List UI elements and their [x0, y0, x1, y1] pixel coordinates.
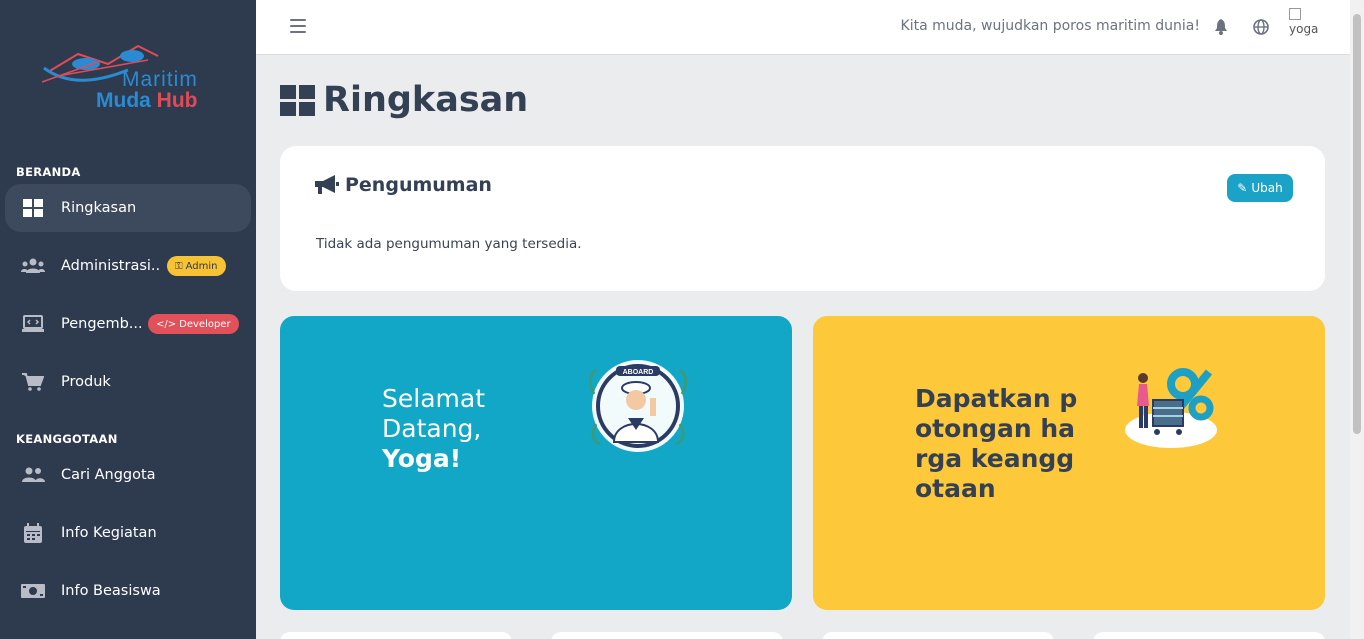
section-keanggotaan: KEANGGOTAAN — [16, 432, 118, 446]
svg-text:ABOARD: ABOARD — [623, 369, 654, 376]
megaphone-icon — [315, 175, 339, 194]
grid-icon — [21, 198, 45, 218]
stat-card — [1093, 632, 1325, 639]
menu-toggle-icon[interactable] — [290, 19, 306, 33]
laptop-code-icon — [21, 314, 45, 334]
sidebar-item-label: Info Beasiswa — [61, 583, 161, 599]
welcome-card: Selamat Datang, Yoga! ABOARD — [280, 316, 792, 610]
sidebar-item-cari-anggota[interactable]: Cari Anggota — [5, 451, 251, 499]
user-name: Yoga! — [382, 444, 462, 473]
logo-text-mudahub: Muda Hub — [96, 89, 198, 112]
promo-card[interactable]: Dapatkan potongan harga keanggotaan — [813, 316, 1325, 610]
code-icon: </> — [156, 318, 177, 330]
user-friends-icon — [21, 465, 45, 485]
logo[interactable]: Maritim Muda Hub — [38, 34, 218, 118]
grid-icon — [280, 84, 315, 116]
sidebar-item-label: Ringkasan — [61, 200, 137, 216]
stat-card — [822, 632, 1054, 639]
developer-badge: </> Developer — [148, 314, 239, 334]
sidebar-item-label: Administrasi... — [61, 258, 161, 274]
sidebar-item-info-beasiswa[interactable]: Info Beasiswa — [5, 567, 251, 615]
promo-message: Dapatkan potongan harga keanggotaan — [915, 384, 1078, 503]
sidebar-item-produk[interactable]: Produk — [5, 358, 251, 406]
announcement-title: Pengumuman — [345, 174, 492, 196]
avatar-alt-text: yoga — [1289, 22, 1319, 36]
discount-shopping-illustration-icon — [1125, 368, 1217, 448]
sidebar-item-ringkasan[interactable]: Ringkasan — [5, 184, 251, 232]
broken-image-icon — [1289, 8, 1301, 20]
money-icon — [21, 581, 45, 601]
announcement-header: Pengumuman — [315, 174, 492, 196]
stat-card — [551, 632, 783, 639]
edit-icon: ✎ — [1237, 181, 1248, 195]
page-header: Ringkasan — [280, 80, 528, 120]
users-icon — [21, 256, 45, 276]
admin-badge: ⚿ Admin — [167, 256, 226, 276]
sidebar-item-info-kegiatan[interactable]: Info Kegiatan — [5, 509, 251, 557]
sidebar-item-label: Info Kegiatan — [61, 525, 157, 541]
bell-icon[interactable] — [1211, 17, 1231, 37]
sidebar-item-administrasi[interactable]: Administrasi... ⚿ Admin — [5, 242, 251, 290]
cart-icon — [21, 372, 45, 392]
tagline: Kita muda, wujudkan poros maritim dunia! — [900, 18, 1200, 34]
section-beranda: BERANDA — [16, 165, 81, 179]
sidebar-item-label: Pengemb... — [61, 316, 141, 332]
globe-icon[interactable] — [1251, 17, 1271, 37]
sidebar-item-pengembang[interactable]: Pengemb... </> Developer — [5, 300, 251, 348]
announcement-card: Pengumuman ✎ Ubah Tidak ada pengumuman y… — [280, 146, 1325, 291]
key-icon: ⚿ — [175, 260, 183, 272]
calendar-icon — [21, 523, 45, 543]
sidebar-item-label: Cari Anggota — [61, 467, 156, 483]
announcement-empty-text: Tidak ada pengumuman yang tersedia. — [316, 236, 582, 252]
avatar[interactable]: yoga — [1289, 8, 1325, 44]
sailor-illustration-icon: ABOARD — [588, 360, 688, 452]
edit-announcement-button[interactable]: ✎ Ubah — [1227, 174, 1293, 202]
sidebar-item-label: Produk — [61, 374, 111, 390]
stat-card — [280, 632, 512, 639]
sidebar: Maritim Muda Hub BERANDA Ringkasan Admin… — [0, 0, 256, 639]
scrollbar-thumb[interactable] — [1353, 14, 1361, 434]
welcome-message: Selamat Datang, Yoga! — [382, 384, 485, 473]
scrollbar[interactable] — [1350, 0, 1364, 639]
top-bar: Kita muda, wujudkan poros maritim dunia!… — [256, 0, 1350, 55]
page-title: Ringkasan — [323, 80, 529, 120]
